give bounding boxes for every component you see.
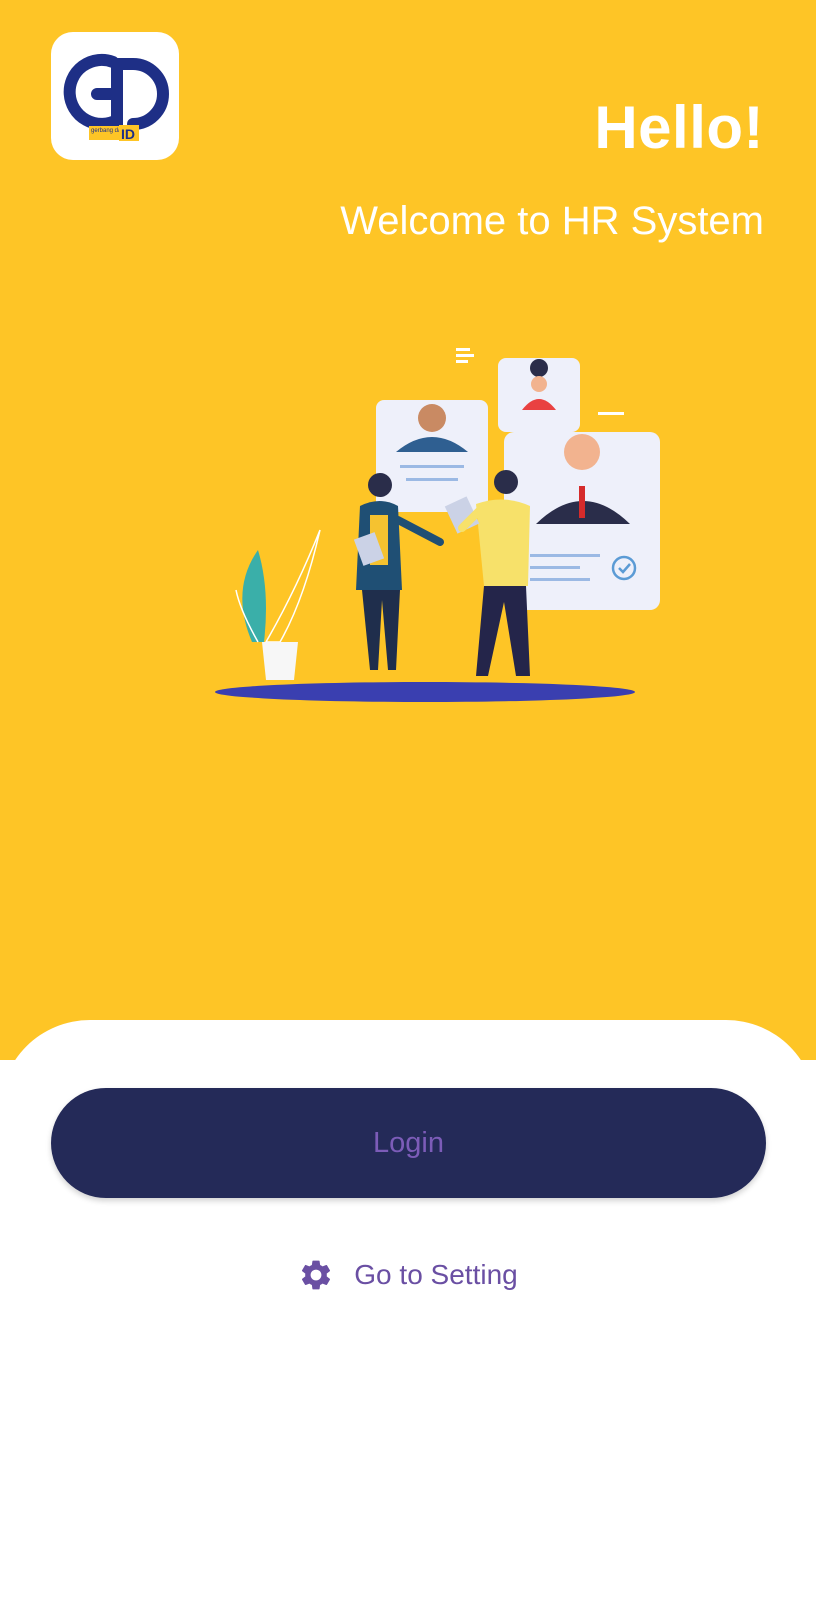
hr-recruitment-illustration — [215, 348, 660, 702]
gerbang-data-logo-icon: gerbang data ID — [63, 53, 169, 142]
logo-badge: ID — [121, 126, 135, 142]
go-to-setting-link[interactable]: Go to Setting — [0, 1250, 816, 1300]
go-to-setting-label: Go to Setting — [354, 1259, 518, 1290]
app-logo: gerbang data ID — [51, 32, 179, 160]
login-button[interactable]: Login — [51, 1088, 766, 1198]
gear-icon — [298, 1257, 334, 1293]
welcome-subtitle: Welcome to HR System — [340, 199, 764, 243]
hero-section: gerbang data ID Hello! Welcome to HR Sys… — [0, 0, 816, 1060]
login-button-label: Login — [373, 1126, 444, 1159]
greeting-title: Hello! — [594, 94, 764, 161]
